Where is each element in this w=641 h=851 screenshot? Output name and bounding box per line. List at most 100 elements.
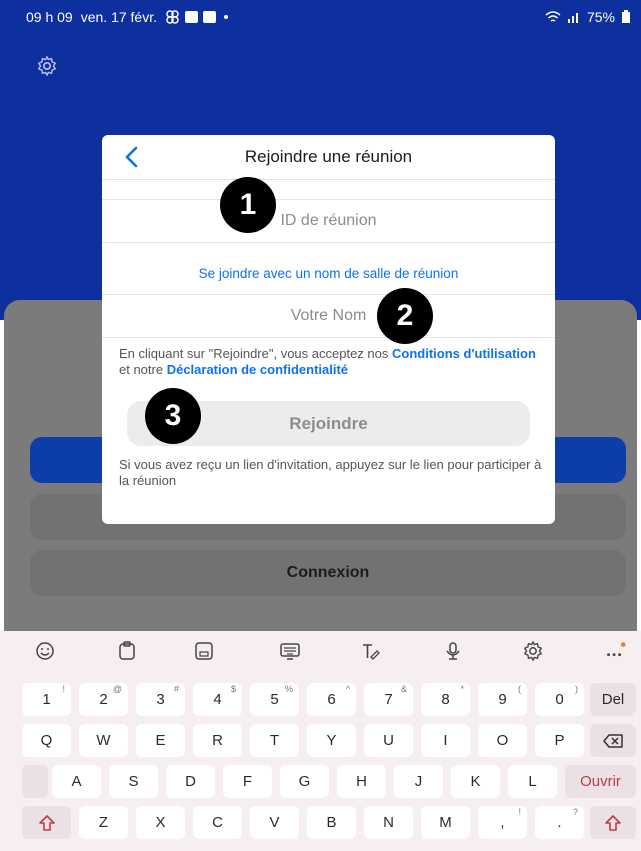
key-0[interactable]: 0) [535, 683, 584, 716]
join-with-room-name-link[interactable]: Se joindre avec un nom de salle de réuni… [102, 257, 555, 289]
key-x[interactable]: X [136, 806, 185, 839]
key-secondary: % [284, 684, 293, 694]
key-g[interactable]: G [280, 765, 329, 798]
key-r[interactable]: R [193, 724, 242, 757]
key-label: 2 [99, 691, 108, 708]
key-c[interactable]: C [193, 806, 242, 839]
keyboard-icon[interactable] [279, 640, 301, 662]
battery-percent: 75% [586, 9, 615, 25]
join-meeting-dialog: Rejoindre une réunion ID de réunion Se j… [102, 135, 555, 524]
key-secondary: $ [230, 684, 236, 694]
key-label: , [500, 814, 505, 831]
back-chevron-icon[interactable] [118, 143, 146, 171]
key-label: 5 [270, 691, 279, 708]
key-secondary: ! [62, 684, 65, 694]
name-field[interactable]: Votre Nom [102, 295, 555, 337]
key-k[interactable]: K [451, 765, 500, 798]
key-3[interactable]: 3 # [136, 683, 185, 716]
key-i[interactable]: I [421, 724, 470, 757]
on-screen-keyboard: 1! 2 @ 3 # 4 $ 5% 6 ^ 7 & 8 * 9( 0) Del Q W E … [0, 631, 641, 851]
one-handed-keyboard-icon[interactable] [193, 640, 215, 662]
key-e[interactable]: E [136, 724, 185, 757]
key-secondary: # [173, 684, 179, 694]
shift-icon [38, 814, 55, 831]
key-6[interactable]: 6 ^ [307, 683, 356, 716]
key-w[interactable]: W [79, 724, 128, 757]
key-label: 3 [156, 691, 165, 708]
key-y[interactable]: Y [307, 724, 356, 757]
key-b[interactable]: B [307, 806, 356, 839]
divider [102, 242, 555, 243]
terms-text: En cliquant sur "Rejoindre", vous accept… [119, 346, 539, 378]
key-secondary: ) [575, 684, 578, 694]
key-f[interactable]: F [223, 765, 272, 798]
dialog-title: Rejoindre une réunion [244, 147, 413, 166]
terms-of-use-link[interactable]: Conditions d'utilisation [392, 346, 536, 361]
name-placeholder: Votre Nom [290, 307, 367, 324]
status-time: 09 h 09 [26, 9, 73, 25]
clipboard-icon[interactable] [116, 640, 138, 662]
key-l[interactable]: L [508, 765, 557, 798]
key-d[interactable]: D [166, 765, 215, 798]
background-connexion-button: Connexion [30, 550, 626, 596]
key-9[interactable]: 9( [478, 683, 527, 716]
key-j[interactable]: J [394, 765, 443, 798]
key-a[interactable]: A [52, 765, 101, 798]
key-z[interactable]: Z [79, 806, 128, 839]
settings-gear-icon[interactable] [36, 55, 58, 77]
room-name-link-label: Se joindre avec un nom de salle de réuni… [198, 265, 459, 281]
key-label: . [557, 814, 562, 831]
key-label: 4 [213, 691, 222, 708]
join-button-label: Rejoindre [289, 413, 368, 433]
status-date: ven. 17 févr. [80, 9, 157, 25]
key-m[interactable]: M [421, 806, 470, 839]
key-secondary: ? [572, 807, 578, 817]
signal-icon [567, 13, 578, 23]
key-o[interactable]: O [478, 724, 527, 757]
key-s[interactable]: S [109, 765, 158, 798]
key-v[interactable]: V [250, 806, 299, 839]
backspace-icon [603, 733, 623, 748]
key-4[interactable]: 4 $ [193, 683, 242, 716]
key-secondary: @ [112, 684, 122, 694]
key-t[interactable]: T [250, 724, 299, 757]
key-secondary: * [460, 684, 464, 694]
terms-prefix: En cliquant sur "Rejoindre", vous accept… [119, 346, 392, 361]
key-1[interactable]: 1! [22, 683, 71, 716]
key-p[interactable]: P [535, 724, 584, 757]
connexion-label: Connexion [286, 564, 370, 581]
keyboard-settings-icon[interactable] [522, 640, 544, 662]
key-secondary: & [400, 684, 407, 694]
key-8[interactable]: 8 * [421, 683, 470, 716]
key-7[interactable]: 7 & [364, 683, 413, 716]
wifi-icon [545, 11, 561, 22]
shift-right-key[interactable] [590, 806, 636, 839]
marker-3: 3 [145, 388, 201, 444]
terms-middle: et notre [119, 362, 167, 377]
key-label: 1 [42, 691, 51, 708]
key-label: 0 [555, 691, 564, 708]
key-n[interactable]: N [364, 806, 413, 839]
key-q[interactable]: Q [22, 724, 71, 757]
shift-icon [605, 814, 621, 831]
key-comma[interactable]: ,! [478, 806, 527, 839]
backspace-key[interactable] [590, 724, 636, 757]
ouvrir-label: Ouvrir [580, 773, 621, 790]
privacy-statement-link[interactable]: Déclaration de confidentialité [167, 362, 348, 377]
ouvrir-key[interactable]: Ouvrir [565, 765, 636, 798]
status-bar: 09 h 09 ven. 17 févr. 75% [0, 0, 641, 36]
shift-left-key[interactable] [22, 806, 71, 839]
key-h[interactable]: H [337, 765, 386, 798]
key-u[interactable]: U [364, 724, 413, 757]
meeting-id-field[interactable]: ID de réunion [102, 200, 555, 242]
handwriting-icon[interactable] [359, 640, 381, 662]
key-2[interactable]: 2 @ [79, 683, 128, 716]
more-options-icon[interactable] [604, 640, 626, 662]
microphone-icon[interactable] [442, 640, 464, 662]
emoji-icon[interactable] [34, 640, 56, 662]
meeting-id-placeholder: ID de réunion [280, 212, 377, 229]
delete-key[interactable]: Del [590, 683, 636, 716]
key-label: 6 [327, 691, 336, 708]
key-5[interactable]: 5% [250, 683, 299, 716]
key-period[interactable]: .? [535, 806, 584, 839]
